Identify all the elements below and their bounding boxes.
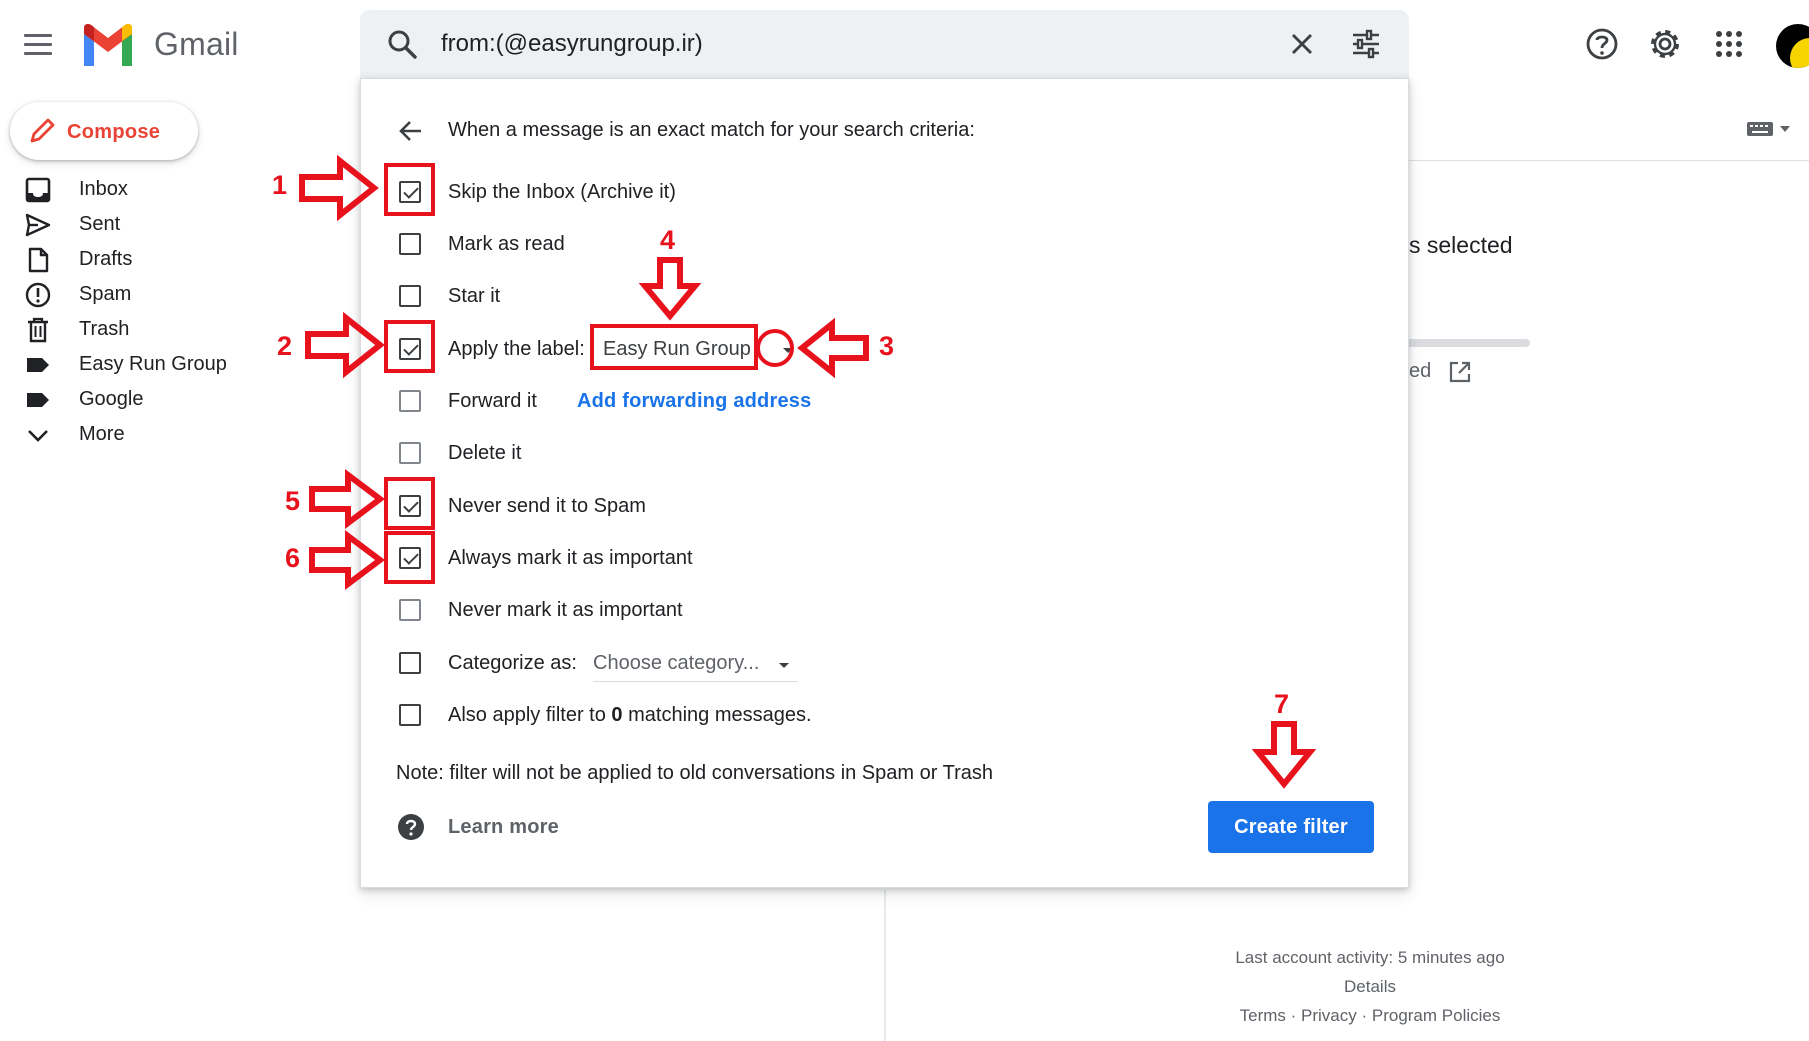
annotation-number: 6 [285, 543, 301, 573]
avatar[interactable] [1776, 24, 1809, 68]
close-icon[interactable] [1288, 30, 1316, 58]
annotation-number: 7 [1274, 689, 1290, 719]
search-input[interactable]: from:(@easyrungroup.ir) [441, 30, 703, 58]
search-bar[interactable]: from:(@easyrungroup.ir) [360, 10, 1409, 78]
create-filter-button[interactable]: Create filter [1208, 801, 1374, 853]
help-circle-icon[interactable] [397, 813, 425, 841]
open-in-new-icon[interactable] [1448, 360, 1472, 384]
option-delete: Delete it [361, 432, 1410, 472]
annotation-arrow-down [638, 257, 702, 321]
sidebar-item-more[interactable]: More [0, 417, 260, 452]
annotation-circle-label-dropdown [756, 329, 794, 367]
back-arrow-icon[interactable] [397, 117, 425, 145]
filter-note: Note: filter will not be applied to old … [396, 762, 993, 784]
help-icon[interactable] [1584, 26, 1620, 62]
chevron-down-icon [28, 430, 48, 442]
sidebar-item-google[interactable]: Google [0, 382, 260, 417]
sidebar-item-easy-run-group[interactable]: Easy Run Group [0, 347, 260, 382]
delete-checkbox[interactable] [399, 442, 421, 464]
also-apply-checkbox[interactable] [399, 704, 421, 726]
footer-links[interactable]: Terms · Privacy · Program Policies [1200, 1006, 1540, 1026]
send-icon [25, 213, 51, 237]
star-checkbox[interactable] [399, 285, 421, 307]
option-always-important: Always mark it as important [361, 537, 1410, 577]
annotation-box-label-name [590, 324, 758, 370]
compose-button[interactable]: Compose [10, 102, 198, 160]
annotation-arrow-left [797, 317, 869, 379]
label-icon [27, 358, 49, 372]
category-select[interactable]: Choose category... [593, 652, 798, 682]
sidebar-item-spam[interactable]: Spam [0, 277, 260, 312]
spam-icon [25, 282, 51, 308]
apps-grid-icon[interactable] [1711, 26, 1747, 62]
categorize-checkbox[interactable] [399, 652, 421, 674]
annotation-number: 1 [272, 170, 288, 200]
dialog-heading: When a message is an exact match for you… [448, 119, 975, 141]
sidebar-nav: Inbox Sent Drafts Spam Trash Easy Run Gr… [0, 172, 260, 452]
dropdown-arrow-icon [779, 663, 789, 668]
sidebar-item-sent[interactable]: Sent [0, 207, 260, 242]
add-forwarding-address-link[interactable]: Add forwarding address [577, 390, 811, 413]
background-divider [1409, 160, 1809, 161]
option-forward: Forward it Add forwarding address [361, 380, 1410, 420]
sidebar-item-drafts[interactable]: Drafts [0, 242, 260, 277]
annotation-box-never-spam [384, 477, 435, 530]
annotation-box-apply-label [384, 320, 435, 373]
annotation-box-always-important [384, 531, 435, 584]
selection-status-text: s selected [1409, 232, 1513, 258]
annotation-number: 4 [660, 225, 676, 255]
sidebar-item-inbox[interactable]: Inbox [0, 172, 260, 207]
details-link[interactable]: Details [1200, 977, 1540, 997]
annotation-arrow-right [305, 311, 385, 379]
mark-read-checkbox[interactable] [399, 233, 421, 255]
sidebar-item-trash[interactable]: Trash [0, 312, 260, 347]
never-important-checkbox[interactable] [399, 599, 421, 621]
annotation-number: 2 [277, 331, 293, 361]
inbox-icon [25, 177, 51, 203]
label-icon [27, 393, 49, 407]
annotation-number: 3 [879, 331, 895, 361]
compose-label: Compose [67, 121, 161, 143]
trash-icon [28, 317, 48, 343]
annotation-arrow-down [1251, 721, 1317, 789]
option-skip-inbox: Skip the Inbox (Archive it) [361, 171, 1410, 211]
app-title: Gmail [154, 26, 239, 62]
option-never-spam: Never send it to Spam [361, 485, 1410, 525]
pencil-icon [30, 118, 55, 143]
option-mark-read: Mark as read [361, 223, 1410, 263]
annotation-box-skip-inbox [384, 163, 435, 216]
option-star: Star it [361, 275, 1410, 315]
filter-dialog: When a message is an exact match for you… [360, 78, 1409, 888]
matching-count: 0 [611, 704, 623, 726]
draft-icon [28, 247, 49, 273]
storage-managed-text: ed [1409, 360, 1432, 382]
keyboard-icon[interactable] [1746, 118, 1792, 140]
annotation-number: 5 [285, 486, 301, 516]
option-never-important: Never mark it as important [361, 589, 1410, 629]
learn-more-link[interactable]: Learn more [448, 816, 559, 839]
gmail-logo[interactable] [80, 24, 136, 66]
annotation-arrow-right [309, 530, 385, 590]
annotation-arrow-right [309, 469, 385, 529]
last-activity-text: Last account activity: 5 minutes ago [1235, 948, 1505, 967]
gear-icon[interactable] [1647, 26, 1683, 62]
background-divider-vertical [884, 890, 886, 1041]
search-options-icon[interactable] [1350, 28, 1382, 60]
forward-checkbox[interactable] [399, 390, 421, 412]
search-icon[interactable] [386, 28, 418, 60]
main-menu-icon[interactable] [24, 34, 52, 56]
annotation-arrow-right [299, 154, 379, 222]
option-categorize: Categorize as: Choose category... [361, 642, 1410, 682]
storage-bar [1409, 339, 1530, 347]
